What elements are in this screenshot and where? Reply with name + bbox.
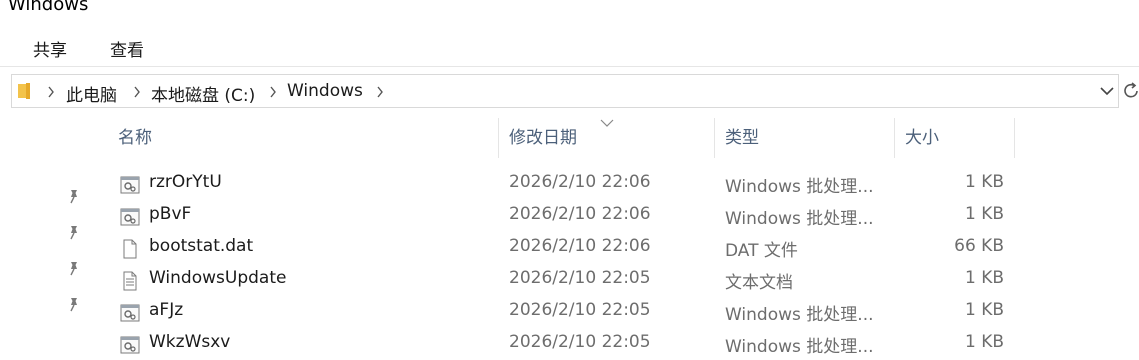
file-row[interactable]: rzrOrYtU 2026/2/10 22:06 Windows 批处理... … (100, 168, 1020, 200)
file-size: 1 KB (964, 172, 1004, 192)
file-row[interactable]: WkzWsxv 2026/2/10 22:05 Windows 批处理... 1… (100, 328, 1020, 360)
file-type: Windows 批处理... (725, 305, 874, 325)
column-type[interactable]: 类型 (725, 118, 759, 158)
column-name[interactable]: 名称 (118, 118, 152, 158)
file-date-modified: 2026/2/10 22:05 (509, 268, 651, 288)
column-header: 名称 修改日期 类型 大小 (100, 118, 1020, 158)
file-name: aFJz (149, 300, 184, 320)
batch-file-icon (120, 208, 140, 226)
tab-share[interactable]: 共享 (33, 36, 67, 61)
file-size: 1 KB (964, 300, 1004, 320)
batch-file-icon (120, 176, 140, 194)
sort-descending-icon (600, 119, 614, 127)
file-date-modified: 2026/2/10 22:06 (509, 172, 651, 192)
file-name: WkzWsxv (149, 332, 231, 352)
chevron-right-icon[interactable] (376, 86, 384, 98)
pin-icon[interactable] (64, 259, 82, 277)
file-type: DAT 文件 (725, 241, 798, 261)
column-divider[interactable] (714, 118, 715, 158)
file-type: Windows 批处理... (725, 337, 874, 357)
pin-icon[interactable] (64, 295, 82, 313)
file-row[interactable]: WindowsUpdate 2026/2/10 22:05 文本文档 1 KB (100, 264, 1020, 296)
chevron-down-icon[interactable] (1100, 85, 1114, 97)
chevron-right-icon[interactable] (269, 86, 277, 98)
breadcrumb-this-pc[interactable]: 此电脑 (66, 81, 117, 106)
batch-file-icon (120, 304, 140, 322)
file-row[interactable]: bootstat.dat 2026/2/10 22:06 DAT 文件 66 K… (100, 232, 1020, 264)
column-divider[interactable] (1014, 118, 1015, 158)
ribbon: 共享 查看 (0, 28, 1139, 67)
tab-view[interactable]: 查看 (110, 36, 144, 61)
file-date-modified: 2026/2/10 22:05 (509, 332, 651, 352)
file-size: 66 KB (954, 236, 1004, 256)
file-type: Windows 批处理... (725, 209, 874, 229)
file-date-modified: 2026/2/10 22:06 (509, 204, 651, 224)
file-type: Windows 批处理... (725, 177, 874, 197)
window-title: Windows (8, 0, 89, 15)
column-date-modified[interactable]: 修改日期 (509, 118, 577, 158)
file-type: 文本文档 (725, 273, 793, 293)
batch-file-icon (120, 336, 140, 354)
chevron-right-icon[interactable] (47, 86, 55, 98)
chevron-right-icon[interactable] (133, 86, 141, 98)
address-bar[interactable]: 此电脑 本地磁盘 (C:) Windows (11, 74, 1119, 108)
breadcrumb-windows[interactable]: Windows (287, 81, 363, 101)
file-size: 1 KB (964, 204, 1004, 224)
pin-icon[interactable] (64, 187, 82, 205)
window-titlebar: Windows (0, 0, 1139, 20)
file-name: rzrOrYtU (149, 172, 222, 192)
breadcrumb-local-disk[interactable]: 本地磁盘 (C:) (151, 81, 255, 106)
file-size: 1 KB (964, 332, 1004, 352)
file-row[interactable]: aFJz 2026/2/10 22:05 Windows 批处理... 1 KB (100, 296, 1020, 328)
file-date-modified: 2026/2/10 22:05 (509, 300, 651, 320)
file-name: bootstat.dat (149, 236, 254, 256)
text-file-icon (123, 271, 137, 291)
blank-file-icon (123, 239, 137, 259)
column-divider[interactable] (498, 118, 499, 158)
folder-icon (18, 83, 30, 99)
file-name: WindowsUpdate (149, 268, 287, 288)
column-size[interactable]: 大小 (905, 118, 939, 158)
refresh-icon[interactable] (1124, 82, 1139, 100)
file-row[interactable]: pBvF 2026/2/10 22:06 Windows 批处理... 1 KB (100, 200, 1020, 232)
file-name: pBvF (149, 204, 192, 224)
file-date-modified: 2026/2/10 22:06 (509, 236, 651, 256)
pin-icon[interactable] (64, 223, 82, 241)
column-divider[interactable] (894, 118, 895, 158)
file-size: 1 KB (964, 268, 1004, 288)
